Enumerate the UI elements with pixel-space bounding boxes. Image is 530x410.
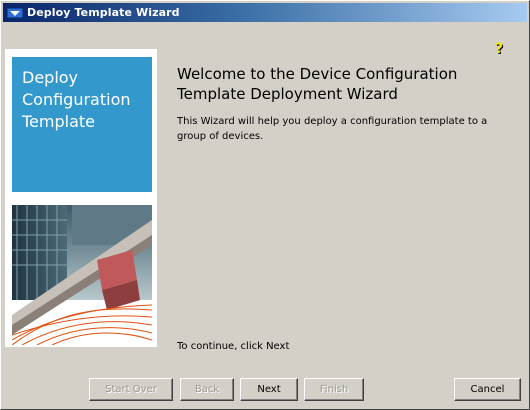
next-button[interactable]: Next bbox=[240, 378, 298, 401]
side-title: Deploy Configuration Template bbox=[22, 68, 131, 131]
wizard-window: Deploy Template Wizard ? ? Deploy Config… bbox=[0, 0, 530, 410]
svg-text:?: ? bbox=[495, 41, 503, 57]
finish-button[interactable]: Finish bbox=[304, 378, 364, 401]
side-title-box: Deploy Configuration Template bbox=[12, 57, 152, 192]
continue-instruction: To continue, click Next bbox=[177, 341, 290, 352]
start-over-button[interactable]: Start Over bbox=[89, 378, 173, 401]
side-panel: Deploy Configuration Template bbox=[5, 49, 157, 347]
cancel-button[interactable]: Cancel bbox=[454, 378, 521, 401]
wizard-heading: Welcome to the Device Configuration Temp… bbox=[177, 65, 458, 103]
wizard-description: This Wizard will help you deploy a confi… bbox=[177, 116, 488, 142]
building-bridge-image bbox=[12, 205, 152, 345]
help-icon[interactable]: ? ? bbox=[493, 41, 509, 58]
back-button[interactable]: Back bbox=[180, 378, 234, 401]
window-title: Deploy Template Wizard bbox=[27, 6, 180, 19]
title-bar[interactable]: Deploy Template Wizard bbox=[3, 3, 527, 22]
app-icon bbox=[7, 6, 23, 20]
